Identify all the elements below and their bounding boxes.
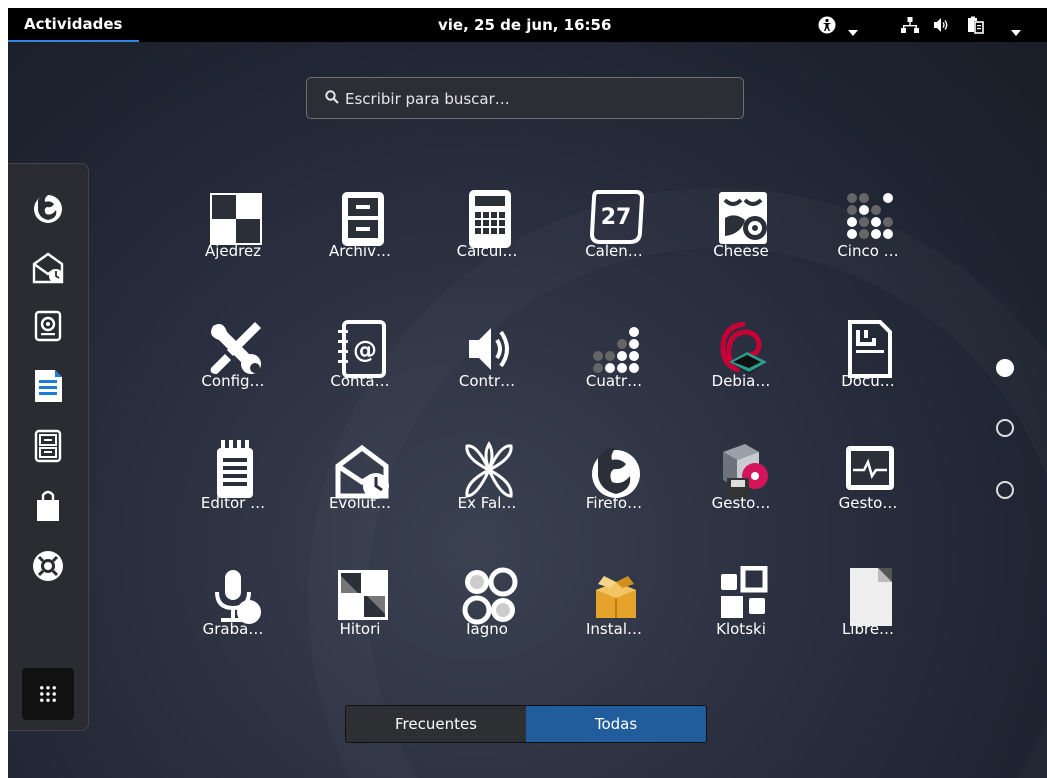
app-iagno[interactable]: Iagno bbox=[427, 566, 535, 666]
app-label: Debia… bbox=[711, 372, 771, 390]
page-dot-1[interactable] bbox=[996, 359, 1014, 377]
top-bar: Actividades vie, 25 de jun, 16:56 bbox=[8, 8, 1047, 42]
dash-firefox[interactable] bbox=[24, 184, 72, 232]
app-ajedrez[interactable]: Ajedrez bbox=[173, 188, 281, 288]
app-label: Firefo… bbox=[585, 494, 643, 512]
calendar-day-number: 27 bbox=[601, 205, 632, 230]
app-label: Calcul… bbox=[456, 242, 518, 260]
chevron-down-icon[interactable] bbox=[1011, 22, 1021, 40]
svg-text:@: @ bbox=[353, 336, 377, 364]
app-cuatro[interactable]: Cuatr… bbox=[554, 318, 662, 418]
firefox-icon bbox=[34, 194, 62, 223]
file-cabinet-icon bbox=[34, 429, 62, 463]
app-libreoffice[interactable]: Libre… bbox=[808, 566, 916, 666]
accessibility-icon[interactable] bbox=[818, 16, 836, 38]
app-label: Cuatr… bbox=[585, 372, 643, 390]
app-archivos[interactable]: Archiv… bbox=[300, 188, 408, 288]
app-cheese[interactable]: Cheese bbox=[681, 188, 789, 288]
app-label: Evolut… bbox=[328, 494, 392, 512]
app-label: Archiv… bbox=[329, 242, 391, 260]
page-dot-3[interactable] bbox=[996, 481, 1014, 499]
shopping-bag-icon bbox=[37, 490, 59, 521]
app-editor-texto[interactable]: Editor … bbox=[173, 440, 281, 540]
writer-icon bbox=[35, 370, 62, 402]
app-control-volumen[interactable]: Contr… bbox=[427, 318, 535, 418]
lifebuoy-icon bbox=[33, 551, 63, 581]
app-label: Cheese bbox=[713, 242, 769, 260]
app-debian[interactable]: Debia… bbox=[681, 318, 789, 418]
activities-button[interactable]: Actividades bbox=[8, 8, 139, 42]
app-label: Editor … bbox=[200, 494, 266, 512]
app-label: Cinco … bbox=[837, 242, 899, 260]
app-label: Ajedrez bbox=[204, 242, 262, 260]
app-label: Gesto… bbox=[711, 494, 771, 512]
app-label: Ex Fal… bbox=[457, 494, 517, 512]
app-monitor-sistema[interactable]: Gesto… bbox=[808, 440, 916, 540]
dash-file-cabinet[interactable] bbox=[24, 422, 72, 470]
app-label: Klotski bbox=[716, 620, 766, 638]
app-configuracion[interactable]: Config… bbox=[173, 318, 281, 418]
app-calculadora[interactable]: Calcul… bbox=[427, 188, 535, 288]
app-label: Hitori bbox=[339, 620, 381, 638]
app-label: Conta… bbox=[330, 372, 390, 390]
tab-frecuentes[interactable]: Frecuentes bbox=[346, 706, 526, 742]
clipboard-icon[interactable] bbox=[966, 16, 984, 38]
app-label: Iagno bbox=[466, 620, 508, 638]
search-icon bbox=[325, 90, 339, 108]
chevron-down-icon[interactable] bbox=[848, 22, 858, 40]
app-grabadora[interactable]: Graba… bbox=[173, 566, 281, 666]
dash-evolution[interactable] bbox=[24, 244, 72, 292]
view-switcher: Frecuentes Todas bbox=[345, 705, 707, 743]
app-label: Graba… bbox=[202, 620, 264, 638]
app-ex-falso[interactable]: Ex Fal… bbox=[427, 440, 535, 540]
search-input[interactable] bbox=[343, 87, 727, 111]
app-gestor-paquetes[interactable]: Gesto… bbox=[681, 440, 789, 540]
app-label: Calen… bbox=[585, 242, 643, 260]
app-contactos[interactable]: @ Conta… bbox=[300, 318, 408, 418]
app-label: Contr… bbox=[458, 372, 516, 390]
show-applications-button[interactable] bbox=[22, 668, 74, 720]
dash-help[interactable] bbox=[24, 542, 72, 590]
app-evolution[interactable]: Evolut… bbox=[300, 440, 408, 540]
tab-todas[interactable]: Todas bbox=[526, 706, 706, 742]
app-label: Libre… bbox=[841, 620, 895, 638]
app-label: Config… bbox=[201, 372, 265, 390]
app-label: Gesto… bbox=[838, 494, 898, 512]
app-hitori[interactable]: Hitori bbox=[300, 566, 408, 666]
app-documentos[interactable]: Docu… bbox=[808, 318, 916, 418]
dash-sound-juicer[interactable] bbox=[24, 302, 72, 350]
dash bbox=[8, 163, 89, 731]
speaker-icon bbox=[34, 310, 62, 342]
grid-icon bbox=[40, 686, 56, 702]
dash-libreoffice-writer[interactable] bbox=[24, 362, 72, 410]
app-calendario[interactable]: 27 Calen… bbox=[554, 188, 662, 288]
page-dot-2[interactable] bbox=[996, 419, 1014, 437]
app-label: Instal… bbox=[586, 620, 642, 638]
app-klotski[interactable]: Klotski bbox=[681, 565, 789, 666]
dash-software[interactable] bbox=[24, 482, 72, 530]
app-firefox[interactable]: Firefo… bbox=[554, 440, 662, 540]
volume-icon[interactable] bbox=[932, 16, 950, 38]
desktop-overview: Actividades vie, 25 de jun, 16:56 Escrib… bbox=[8, 8, 1047, 778]
clock[interactable]: vie, 25 de jun, 16:56 bbox=[438, 8, 611, 42]
network-icon[interactable] bbox=[901, 16, 919, 38]
app-label: Docu… bbox=[841, 372, 895, 390]
evolution-icon bbox=[32, 252, 64, 284]
search-bar[interactable] bbox=[306, 77, 744, 119]
app-instalar[interactable]: Instal… bbox=[554, 566, 662, 666]
app-cinco[interactable]: Cinco … bbox=[808, 188, 916, 288]
